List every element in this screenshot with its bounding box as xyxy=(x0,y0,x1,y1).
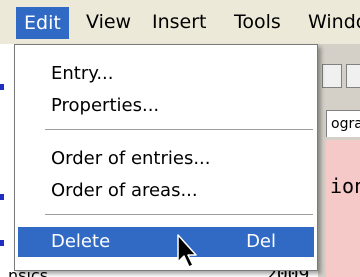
menu-item-order-of-entries[interactable]: Order of entries... xyxy=(15,144,317,174)
menu-item-label: Order of entries... xyxy=(51,148,211,169)
background-marker xyxy=(0,194,4,200)
background-marker xyxy=(0,84,4,90)
editor-code-text: ion xyxy=(330,174,360,198)
menu-item-shortcut: Del xyxy=(246,231,276,252)
menu-item-delete[interactable]: Delete Del xyxy=(18,227,314,257)
menu-view[interactable]: View xyxy=(86,9,131,35)
menu-separator xyxy=(45,129,313,130)
edit-menu-dropdown: Entry... Properties... Order of entries.… xyxy=(14,44,318,271)
menu-tools[interactable]: Tools xyxy=(234,9,281,35)
arrow-cursor-icon xyxy=(177,234,197,268)
menu-item-label: Order of areas... xyxy=(51,180,198,201)
screen: ogra ion nsics 2009 Edit View Insert Too… xyxy=(0,0,360,277)
document-tab[interactable]: ogra xyxy=(326,110,360,137)
background-marker xyxy=(0,240,4,246)
menu-bar: Edit View Insert Tools Windo xyxy=(0,0,360,44)
menu-edit[interactable]: Edit xyxy=(16,7,69,39)
menu-item-order-of-areas[interactable]: Order of areas... xyxy=(15,176,317,206)
menu-item-properties[interactable]: Properties... xyxy=(15,91,317,121)
menu-insert[interactable]: Insert xyxy=(152,9,207,35)
document-tab-label: ogra xyxy=(331,116,360,132)
background-left-strip xyxy=(0,44,14,277)
menu-item-label: Entry... xyxy=(51,63,114,84)
toolbar-button[interactable] xyxy=(346,64,360,88)
menu-item-label: Properties... xyxy=(51,95,160,116)
menu-item-label: Delete xyxy=(51,231,111,252)
editor-area[interactable] xyxy=(326,140,360,277)
toolbar-button[interactable] xyxy=(322,64,342,88)
menu-window[interactable]: Windo xyxy=(308,9,360,35)
menu-item-entry[interactable]: Entry... xyxy=(15,59,317,89)
menu-separator xyxy=(45,214,313,215)
